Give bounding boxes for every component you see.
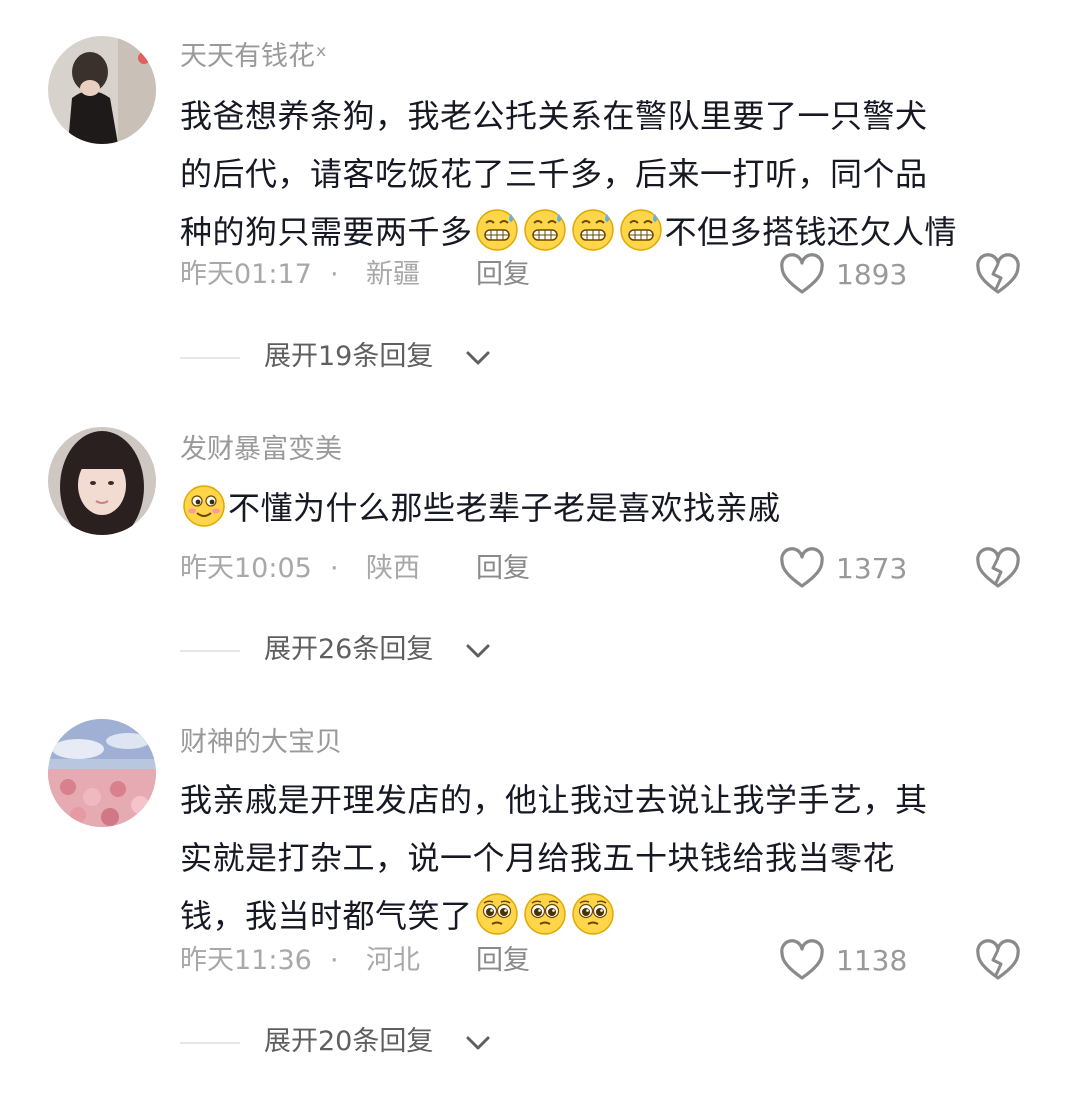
heart-outline-icon[interactable] — [778, 251, 826, 299]
like-count: 1373 — [836, 552, 908, 585]
chevron-down-icon[interactable] — [464, 1030, 492, 1054]
comment-line: 钱，我当时都气笑了 — [180, 887, 1040, 945]
avatar[interactable] — [48, 427, 156, 535]
comment-text-segment: 钱，我当时都气笑了 — [180, 897, 473, 935]
grin-sweat-emoji-icon — [571, 208, 615, 252]
divider-line — [180, 650, 240, 652]
broken-heart-icon[interactable] — [974, 545, 1022, 593]
heart-outline-icon[interactable] — [778, 545, 826, 593]
broken-heart-icon[interactable] — [974, 937, 1022, 985]
grin-sweat-emoji-icon — [619, 208, 663, 252]
avatar[interactable] — [48, 719, 156, 827]
comment-line: 不懂为什么那些老辈子老是喜欢找亲戚 — [180, 479, 1040, 537]
broken-heart-icon[interactable] — [974, 251, 1022, 299]
comment-line: 我爸想养条狗，我老公托关系在警队里要了一只警犬 — [180, 87, 1040, 145]
comment-text-segment: 我爸想养条狗，我老公托关系在警队里要了一只警犬 — [180, 97, 928, 135]
comment-meta: 昨天01:17 · 新疆 回复 1893 — [180, 253, 1040, 295]
expand-replies-label[interactable]: 展开20条回复 — [264, 1022, 433, 1062]
reply-button[interactable]: 回复 — [476, 255, 530, 295]
divider-line — [180, 1042, 240, 1044]
comment-time: 昨天10:05 — [180, 553, 312, 584]
pleading-emoji-icon — [475, 892, 519, 936]
separator-dot: · — [330, 259, 339, 290]
reply-button[interactable]: 回复 — [476, 549, 530, 589]
divider-line — [180, 357, 240, 359]
comment-text-segment: 不但多搭钱还欠人情 — [664, 213, 958, 251]
comment-line: 我亲戚是开理发店的，他让我过去说让我学手艺，其 — [180, 771, 1040, 829]
comment-text: 不懂为什么那些老辈子老是喜欢找亲戚 — [180, 479, 1040, 537]
comment-text-segment: 种的狗只需要两千多 — [180, 213, 473, 251]
comment-location: 陕西 — [366, 553, 420, 584]
grin-sweat-emoji-icon — [523, 208, 567, 252]
chevron-down-icon[interactable] — [464, 345, 492, 369]
separator-dot: · — [330, 553, 339, 584]
comment-text-segment: 实就是打杂工，说一个月给我五十块钱给我当零花 — [180, 839, 896, 877]
comment-location: 新疆 — [366, 259, 420, 290]
comment-time: 昨天01:17 — [180, 259, 312, 290]
comment-line: 的后代，请客吃饭花了三千多，后来一打听，同个品 — [180, 145, 1040, 203]
comment-text: 我爸想养条狗，我老公托关系在警队里要了一只警犬 的后代，请客吃饭花了三千多，后来一… — [180, 87, 1040, 261]
username[interactable]: 财神的大宝贝 — [180, 726, 342, 760]
avatar[interactable] — [48, 36, 156, 144]
pleading-emoji-icon — [571, 892, 615, 936]
like-count: 1893 — [836, 258, 908, 291]
pleading-emoji-icon — [523, 892, 567, 936]
comment-meta: 昨天11:36 · 河北 回复 1138 — [180, 939, 1040, 981]
comment-meta: 昨天10:05 · 陕西 回复 1373 — [180, 547, 1040, 589]
grin-sweat-emoji-icon — [475, 208, 519, 252]
expand-replies-label[interactable]: 展开19条回复 — [264, 337, 433, 377]
comment-text-segment: 的后代，请客吃饭花了三千多，后来一打听，同个品 — [180, 155, 928, 193]
comment-text-segment: 不懂为什么那些老辈子老是喜欢找亲戚 — [228, 489, 781, 527]
smile-blush-emoji-icon — [182, 484, 226, 528]
comment-line: 种的狗只需要两千多 不但多搭钱还欠人情 — [180, 203, 1040, 261]
reply-button[interactable]: 回复 — [476, 941, 530, 981]
username[interactable]: 发财暴富变美 — [180, 433, 342, 467]
comment-time: 昨天11:36 — [180, 945, 312, 976]
chevron-down-icon[interactable] — [464, 638, 492, 662]
heart-outline-icon[interactable] — [778, 937, 826, 985]
comment-text-segment: 我亲戚是开理发店的，他让我过去说让我学手艺，其 — [180, 781, 928, 819]
like-count: 1138 — [836, 944, 908, 977]
username[interactable]: 天天有钱花ˣ — [180, 40, 327, 74]
comment-line: 实就是打杂工，说一个月给我五十块钱给我当零花 — [180, 829, 1040, 887]
separator-dot: · — [330, 945, 339, 976]
expand-replies-label[interactable]: 展开26条回复 — [264, 630, 433, 670]
comment-text: 我亲戚是开理发店的，他让我过去说让我学手艺，其 实就是打杂工，说一个月给我五十块钱… — [180, 771, 1040, 945]
comment-location: 河北 — [366, 945, 420, 976]
